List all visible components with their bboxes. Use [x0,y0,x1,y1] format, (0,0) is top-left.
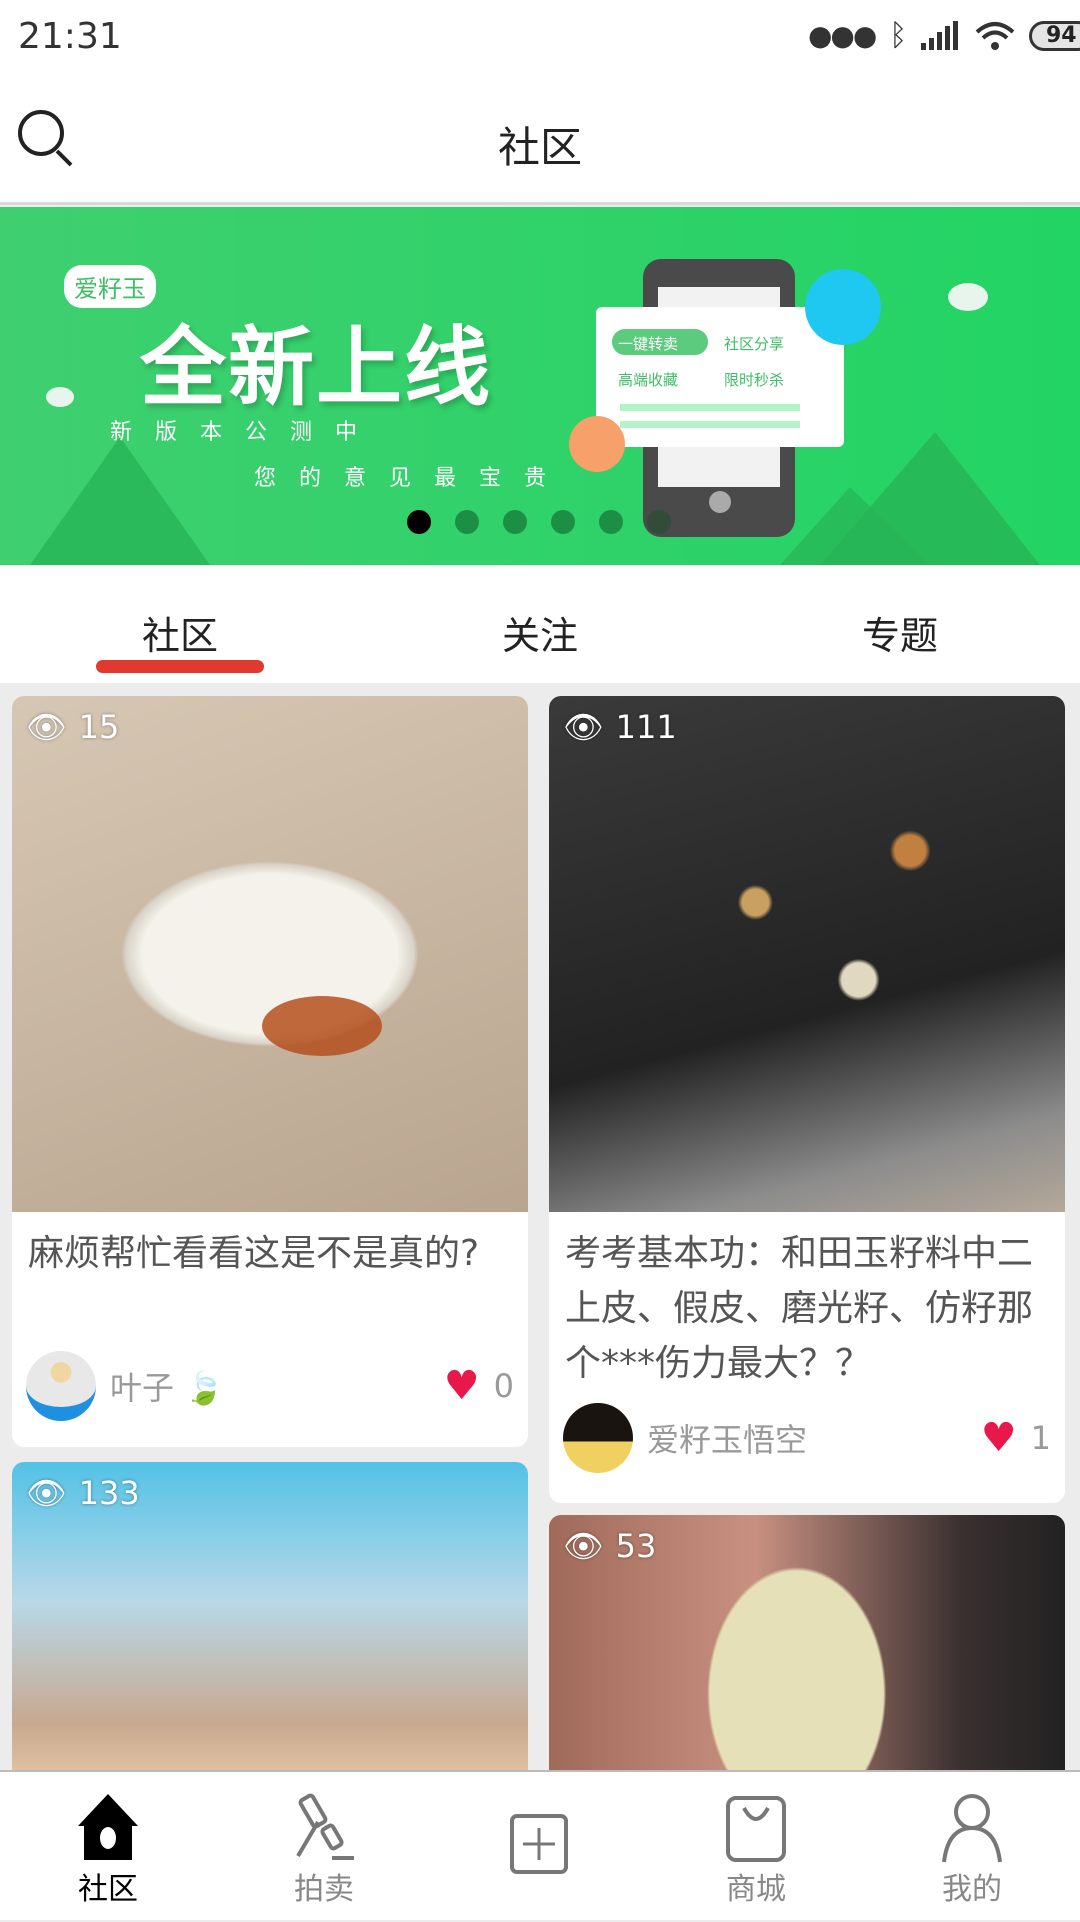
nav-community[interactable]: 社区 [0,1772,216,1922]
view-count-value: 53 [615,1527,657,1565]
post-card[interactable]: 👁 111 考考基本功：和田玉籽料中二上皮、假皮、磨光籽、仿籽那个***伤力最大？… [549,696,1065,1503]
carousel-dot[interactable] [551,510,575,534]
carousel-dot-active[interactable] [407,510,431,534]
banner-subtitle-2: 您 的 意 见 最 宝 贵 [254,466,554,491]
home-icon [78,1794,138,1860]
bluetooth-icon: ᛒ [889,18,908,53]
heart-icon: ♥ [443,1363,480,1409]
carousel-dot[interactable] [599,510,623,534]
author-name[interactable]: 叶子 🍃 [110,1363,444,1409]
post-card[interactable]: 👁 53 [549,1515,1065,1770]
nav-label: 商城 [726,1872,786,1907]
heart-icon: ♥ [980,1415,1017,1461]
avatar[interactable] [26,1351,96,1421]
nav-label: 我的 [942,1872,1002,1907]
wifi-icon [975,21,1015,50]
view-count-value: 111 [615,708,677,746]
tab-topics[interactable]: 专题 [720,605,1080,660]
post-image [12,696,528,1212]
tab-bar: 社区 关注 专题 [0,565,1080,683]
carousel-dot[interactable] [647,510,671,534]
dots-icon: ●●● [808,19,877,52]
feature-3: 高端收藏 [618,371,679,389]
eye-icon: 👁 [563,1527,604,1565]
eye-icon: 👁 [26,708,67,746]
bottom-nav: 社区 拍卖 商城 我的 [0,1770,1080,1920]
likes[interactable]: ♥ 1 [981,1415,1051,1461]
carousel-dot[interactable] [455,510,479,534]
nav-label: 社区 [78,1872,138,1907]
post-card[interactable]: 👁 133 [12,1462,528,1770]
user-icon [942,1794,1002,1863]
eye-icon: 👁 [26,1474,67,1512]
active-tab-indicator [96,660,264,673]
header: 社区 [0,76,1080,205]
banner-headline: 全新上线 [140,318,492,418]
add-icon [510,1814,568,1874]
eye-icon: 👁 [563,708,604,746]
feature-2: 社区分享 [724,335,785,353]
author-name[interactable]: 爱籽玉悟空 [647,1415,981,1461]
likes[interactable]: ♥ 0 [444,1363,514,1409]
image-detail [262,996,382,1056]
feature-1: 一键转卖 [618,335,679,353]
nav-auction[interactable]: 拍卖 [216,1772,432,1922]
like-count: 1 [1030,1419,1051,1457]
post-title[interactable]: 考考基本功：和田玉籽料中二上皮、假皮、磨光籽、仿籽那个***伤力最大？？ [565,1226,1049,1391]
view-count-value: 133 [78,1474,140,1512]
carousel-dot[interactable] [503,510,527,534]
view-count: 👁 53 [563,1527,656,1565]
gavel-icon [296,1793,354,1860]
tab-following[interactable]: 关注 [360,605,720,660]
carousel-dots [407,510,671,534]
post-card[interactable]: 👁 15 麻烦帮忙看看这是不是真的? 叶子 🍃 ♥ 0 [12,696,528,1447]
nav-mall[interactable]: 商城 [648,1772,864,1922]
nav-label: 拍卖 [294,1872,354,1907]
bag-icon [726,1796,786,1862]
page-title: 社区 [497,123,582,172]
battery-level: 94 [1045,23,1077,48]
clock: 21:31 [18,16,122,57]
post-title[interactable]: 麻烦帮忙看看这是不是真的? [28,1226,512,1281]
nav-profile[interactable]: 我的 [864,1772,1080,1922]
nav-add-post[interactable] [432,1772,648,1922]
signal-icon [921,20,959,50]
author-row: 叶子 🍃 ♥ 0 [26,1350,514,1422]
view-count-value: 15 [78,708,120,746]
like-count: 0 [493,1367,514,1405]
avatar[interactable] [563,1403,633,1473]
battery-icon: 94 [1029,20,1080,51]
banner-subtitle-1: 新 版 本 公 测 中 [110,420,365,445]
feature-4: 限时秒杀 [724,371,785,389]
view-count: 👁 15 [26,708,119,746]
promo-banner[interactable]: 爱籽玉 全新上线 新 版 本 公 测 中 您 的 意 见 最 宝 贵 一键转卖 … [0,207,1080,565]
tab-community[interactable]: 社区 [0,605,360,660]
leaf-icon: 🍃 [184,1369,225,1407]
view-count: 👁 133 [26,1474,140,1512]
author-row: 爱籽玉悟空 ♥ 1 [563,1402,1051,1474]
post-image [549,696,1065,1212]
view-count: 👁 111 [563,708,677,746]
status-bar: 21:31 ●●● ᛒ 94 [0,0,1080,76]
status-icons: ●●● ᛒ 94 [808,18,1080,53]
